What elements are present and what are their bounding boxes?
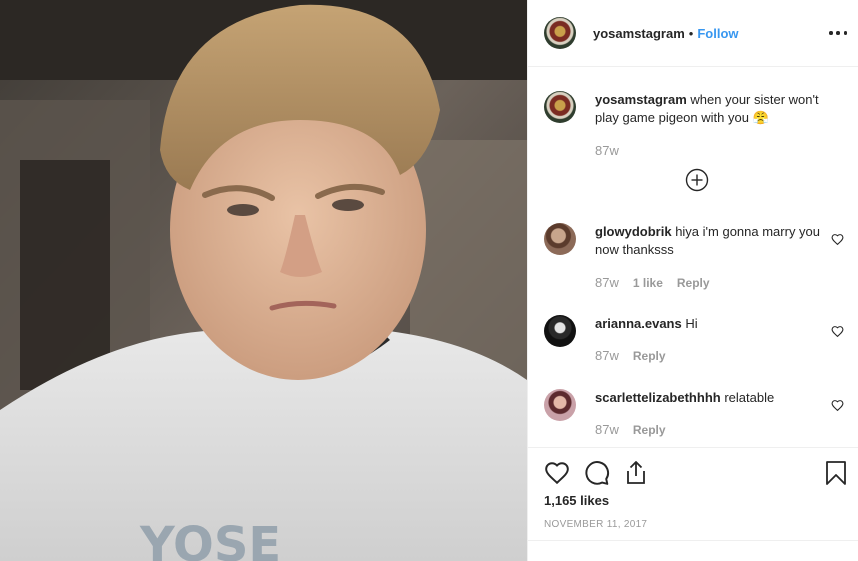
bookmark-icon[interactable] [825,460,847,486]
post-actions: 1,165 likes NOVEMBER 11, 2017 [528,447,858,541]
post-date[interactable]: NOVEMBER 11, 2017 [544,519,647,530]
heart-icon[interactable] [831,325,844,338]
caption-time[interactable]: 87w [595,143,619,158]
photo-of-boy: YOSE [0,0,527,561]
shirt-text: YOSE [139,517,281,561]
comment-username[interactable]: arianna.evans [595,316,682,331]
likes-count[interactable]: 1,165 likes [544,493,609,508]
heart-icon[interactable] [544,460,570,486]
post-header: yosamstagram • Follow [528,0,858,67]
heart-icon[interactable] [831,399,844,412]
comment-username[interactable]: glowydobrik [595,224,672,239]
comment-time[interactable]: 87w [595,348,619,363]
comment-likes[interactable]: 1 like [633,276,663,290]
comment-item: scarlettelizabethhhh relatable 87w Reply [544,389,844,437]
share-icon[interactable] [624,460,648,486]
follow-button[interactable]: Follow [697,26,738,41]
add-comment-area[interactable] [528,540,858,561]
post-side-panel: yosamstagram • Follow yosamstagram when … [527,0,858,561]
post-photo[interactable]: YOSE [0,0,527,561]
avatar[interactable] [544,389,576,421]
comment-username[interactable]: scarlettelizabethhhh [595,390,721,405]
separator-dot: • [688,25,694,41]
reply-button[interactable]: Reply [677,276,710,290]
reply-button[interactable]: Reply [633,349,666,363]
header-username[interactable]: yosamstagram [593,26,685,41]
comment-icon[interactable] [584,460,610,486]
caption-username[interactable]: yosamstagram [595,92,687,107]
comment-item: arianna.evans Hi 87w Reply [544,315,844,363]
comment-time[interactable]: 87w [595,422,619,437]
comment-time[interactable]: 87w [595,275,619,290]
avatar[interactable] [544,315,576,347]
comment-text: relatable [724,390,775,405]
avatar[interactable] [544,17,576,49]
more-options-icon[interactable] [829,24,847,42]
avatar[interactable] [544,91,576,123]
avatar[interactable] [544,223,576,255]
plus-circle-icon[interactable] [685,168,709,192]
comment-text: Hi [685,316,698,331]
comment-item: glowydobrik hiya i'm gonna marry you now… [544,223,844,290]
heart-icon[interactable] [831,233,844,246]
caption: yosamstagram when your sister won't play… [544,91,844,158]
reply-button[interactable]: Reply [633,423,666,437]
